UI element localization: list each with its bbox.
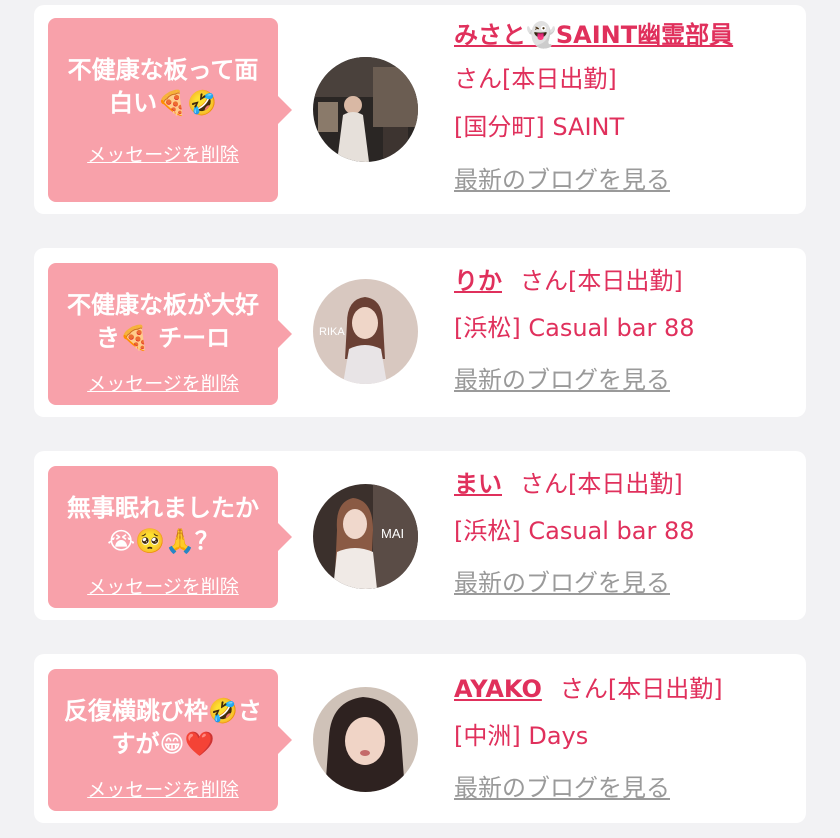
shop-name: [浜松] Casual bar 88 xyxy=(454,314,695,342)
avatar-text: MAI xyxy=(381,526,404,541)
delete-message-link[interactable]: メッセージを削除 xyxy=(87,369,239,396)
latest-blog-link[interactable]: 最新のブログを見る xyxy=(454,366,670,394)
cast-info: みさと👻SAINT幽霊部員 さん[本日出勤] [国分町] SAINT 最新のブロ… xyxy=(454,16,799,210)
cast-name-link[interactable]: AYAKO xyxy=(454,675,542,703)
message-bubble: 不健康な板が大好き🍕 チーロ メッセージを削除 xyxy=(48,263,292,405)
message-card: 反復横跳び枠🤣さすが😁❤️ メッセージを削除 AYAKO さん[本日出勤] [中洲… xyxy=(34,654,806,823)
message-text: 不健康な板が大好き🍕 チーロ xyxy=(67,291,259,352)
attendance-status: さん[本日出勤] xyxy=(559,675,723,703)
message-text: 反復横跳び枠🤣さすが😁❤️ xyxy=(64,697,262,758)
cast-name-link[interactable]: りか xyxy=(454,267,502,295)
message-text: 不健康な板って面白い🍕🤣 xyxy=(67,56,259,117)
latest-blog-link[interactable]: 最新のブログを見る xyxy=(454,569,670,597)
shop-name: [浜松] Casual bar 88 xyxy=(454,517,695,545)
cast-info: りか さん[本日出勤] [浜松] Casual bar 88 最新のブログを見る xyxy=(454,256,799,410)
message-text: 無事眠れましたか😭🥺🙏？ xyxy=(67,494,259,555)
profile-photo-icon: MAI xyxy=(313,484,418,589)
shop-name: [国分町] SAINT xyxy=(454,113,625,141)
cast-name-link[interactable]: まい xyxy=(454,470,502,498)
shop-name: [中洲] Days xyxy=(454,722,589,750)
avatar[interactable] xyxy=(313,57,418,162)
message-card: 不健康な板って面白い🍕🤣 メッセージを削除 みさと👻SAINT幽霊部員 さん[本… xyxy=(34,5,806,214)
attendance-status: さん[本日出勤] xyxy=(520,470,683,498)
cast-info: まい さん[本日出勤] [浜松] Casual bar 88 最新のブログを見る xyxy=(454,459,799,613)
profile-photo-icon xyxy=(313,687,418,792)
avatar[interactable] xyxy=(313,687,418,792)
delete-message-link[interactable]: メッセージを削除 xyxy=(87,140,239,167)
profile-photo-icon: RIKA xyxy=(313,279,418,384)
avatar-text: RIKA xyxy=(319,326,345,338)
delete-message-link[interactable]: メッセージを削除 xyxy=(87,572,239,599)
profile-photo-icon xyxy=(313,57,418,162)
message-bubble: 不健康な板って面白い🍕🤣 メッセージを削除 xyxy=(48,18,292,202)
message-card: 不健康な板が大好き🍕 チーロ メッセージを削除 RIKA りか さん[本日出勤] … xyxy=(34,248,806,417)
attendance-status: さん[本日出勤] xyxy=(454,65,617,93)
message-card: 無事眠れましたか😭🥺🙏？ メッセージを削除 MAI まい さん[本日出勤] [浜松… xyxy=(34,451,806,620)
avatar[interactable]: MAI xyxy=(313,484,418,589)
message-bubble: 無事眠れましたか😭🥺🙏？ メッセージを削除 xyxy=(48,466,292,608)
cast-info: AYAKO さん[本日出勤] [中洲] Days 最新のブログを見る xyxy=(454,664,799,818)
message-bubble: 反復横跳び枠🤣さすが😁❤️ メッセージを削除 xyxy=(48,669,292,811)
avatar[interactable]: RIKA xyxy=(313,279,418,384)
cast-name-link[interactable]: みさと👻SAINT幽霊部員 xyxy=(454,21,733,49)
latest-blog-link[interactable]: 最新のブログを見る xyxy=(454,166,670,194)
attendance-status: さん[本日出勤] xyxy=(520,267,683,295)
latest-blog-link[interactable]: 最新のブログを見る xyxy=(454,774,670,802)
delete-message-link[interactable]: メッセージを削除 xyxy=(87,775,239,802)
